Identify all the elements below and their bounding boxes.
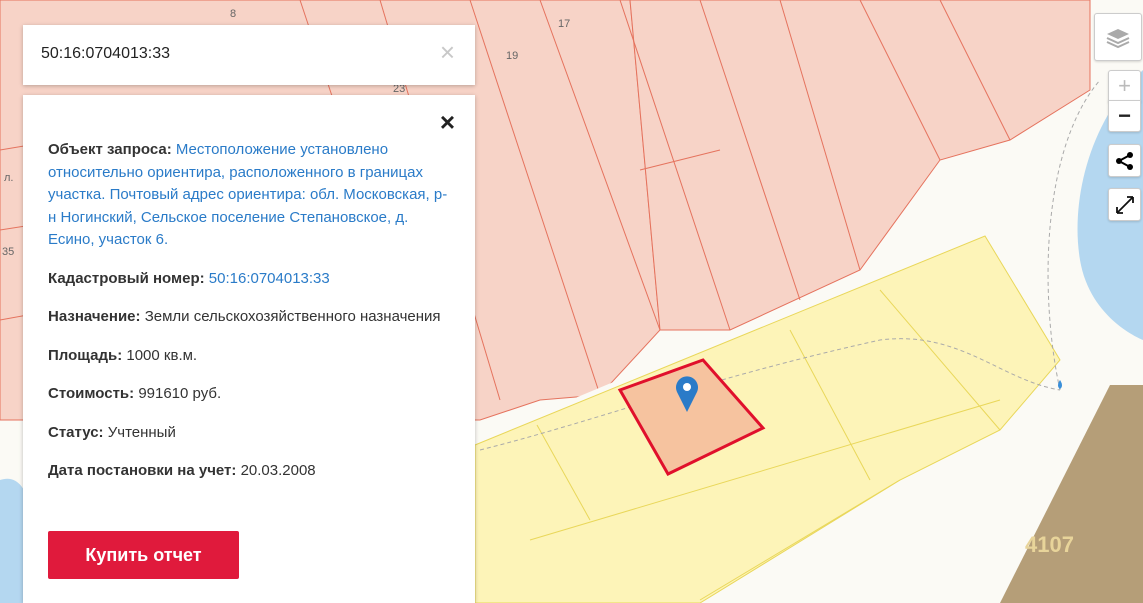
parcel-details: Объект запроса: Местоположение установле… xyxy=(48,139,448,499)
clear-icon[interactable]: × xyxy=(440,39,455,65)
detail-label: Статус: xyxy=(48,423,104,441)
detail-value: Земли сельскохозяйственного назначения xyxy=(144,308,441,325)
expand-icon xyxy=(1115,195,1134,214)
map-label: 17 xyxy=(558,18,571,30)
map-label: 35 xyxy=(2,246,15,258)
close-icon[interactable]: × xyxy=(440,109,455,135)
map-label: 8 xyxy=(230,8,237,20)
fullscreen-button[interactable] xyxy=(1108,188,1141,221)
detail-row: Стоимость: 991610 руб. xyxy=(48,383,448,406)
map-label: л. xyxy=(4,172,14,184)
detail-row: Объект запроса: Местоположение установле… xyxy=(48,139,448,252)
parcel-info-card: × Объект запроса: Местоположение установ… xyxy=(23,95,475,603)
search-input[interactable]: 50:16:0704013:33 xyxy=(41,45,170,63)
detail-value: Учтенный xyxy=(107,423,176,441)
detail-label: Кадастровый номер: xyxy=(48,269,205,287)
search-box[interactable]: 50:16:0704013:33 × xyxy=(23,25,475,85)
zoom-in-button[interactable]: + xyxy=(1108,70,1141,102)
layers-button[interactable] xyxy=(1094,13,1142,61)
detail-label: Дата постановки на учет: xyxy=(48,462,237,479)
detail-row: Площадь: 1000 кв.м. xyxy=(48,345,448,368)
detail-label: Объект запроса: xyxy=(48,141,172,158)
map-label: 19 xyxy=(506,50,519,62)
detail-value: 20.03.2008 xyxy=(240,462,316,479)
layers-icon xyxy=(1106,29,1130,49)
watermark: 4107 xyxy=(1025,532,1074,557)
zoom-out-button[interactable]: − xyxy=(1108,100,1141,132)
buy-report-button[interactable]: Купить отчет xyxy=(48,531,239,579)
detail-row: Дата постановки на учет: 20.03.2008 xyxy=(48,460,448,483)
detail-link[interactable]: 50:16:0704013:33 xyxy=(209,270,330,287)
detail-label: Стоимость: xyxy=(48,385,135,402)
share-button[interactable] xyxy=(1108,144,1141,177)
detail-label: Назначение: xyxy=(48,308,141,325)
detail-row: Кадастровый номер: 50:16:0704013:33 xyxy=(48,268,448,291)
share-icon xyxy=(1115,151,1133,170)
detail-value: 991610 руб. xyxy=(138,385,222,402)
detail-row: Статус: Учтенный xyxy=(48,422,448,445)
detail-value: 1000 кв.м. xyxy=(126,346,198,364)
detail-label: Площадь: xyxy=(48,346,123,364)
detail-row: Назначение: Земли сельскохозяйственного … xyxy=(48,306,448,329)
